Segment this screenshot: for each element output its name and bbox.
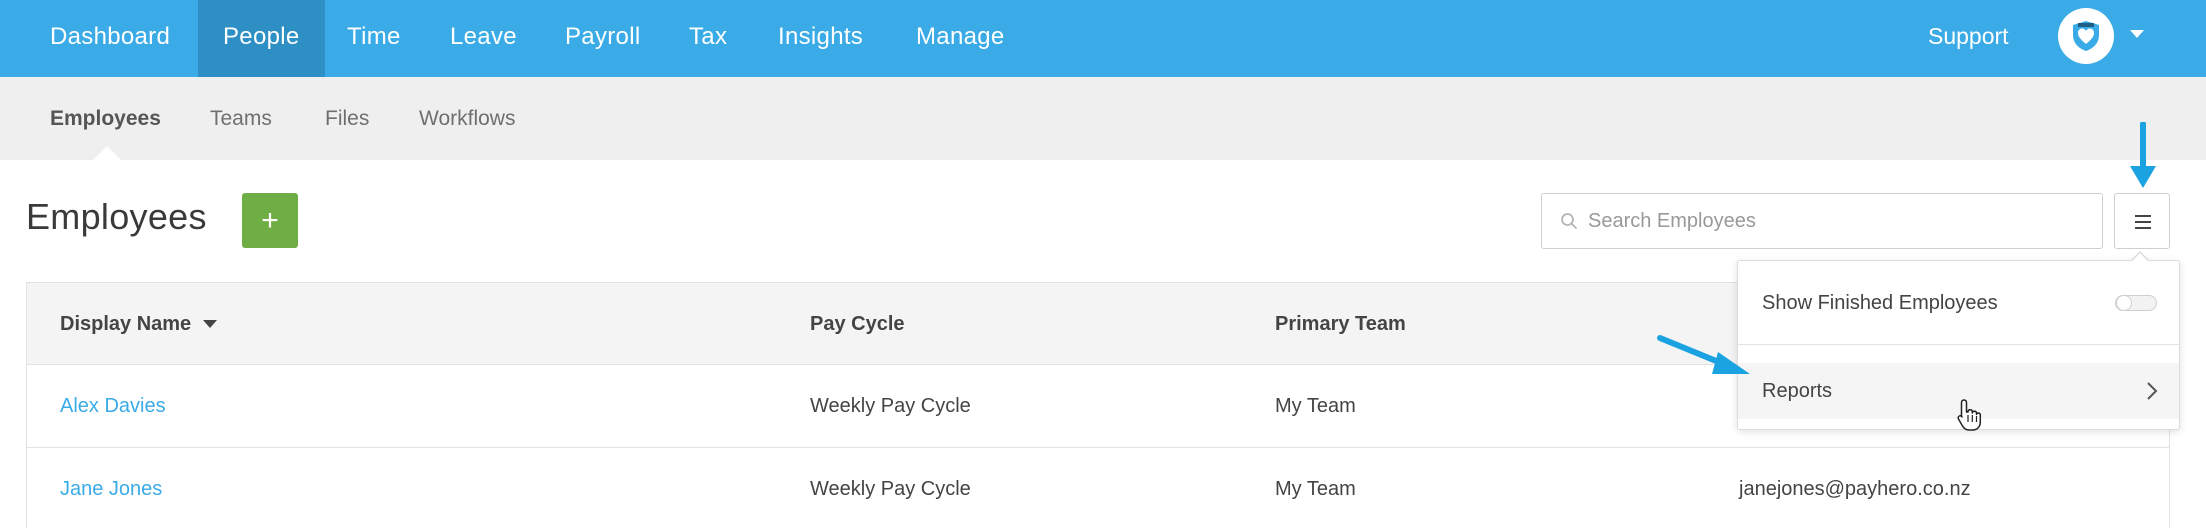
column-header-display-name[interactable]: Display Name bbox=[60, 283, 218, 365]
nav-item-people[interactable]: People bbox=[198, 0, 325, 77]
reports-label: Reports bbox=[1762, 380, 1833, 402]
primary-team-cell: My Team bbox=[1275, 478, 1356, 500]
menu-button[interactable] bbox=[2114, 193, 2170, 249]
email-cell: janejones@payhero.co.nz bbox=[1739, 478, 1971, 500]
column-header-pay-cycle[interactable]: Pay Cycle bbox=[810, 283, 905, 365]
column-header-label: Display Name bbox=[60, 313, 192, 335]
show-finished-employees-label: Show Finished Employees bbox=[1762, 292, 1998, 314]
hamburger-menu-icon bbox=[2135, 215, 2151, 217]
employee-name-link[interactable]: Alex Davies bbox=[60, 365, 166, 448]
hand-pointer-icon bbox=[1957, 399, 1982, 431]
nav-item-insights[interactable]: Insights bbox=[753, 0, 888, 77]
search-input[interactable] bbox=[1588, 195, 2088, 247]
top-navigation: Dashboard People Time Leave Payroll Tax … bbox=[0, 0, 2206, 77]
sub-navigation: Employees Teams Files Workflows bbox=[0, 77, 2206, 160]
heart-shield-icon bbox=[2073, 21, 2099, 51]
subnav-item-teams[interactable]: Teams bbox=[210, 77, 272, 160]
nav-item-leave[interactable]: Leave bbox=[425, 0, 542, 77]
show-finished-employees-toggle[interactable] bbox=[2115, 295, 2157, 311]
account-dropdown-caret-icon[interactable] bbox=[2130, 30, 2144, 38]
subnav-item-files[interactable]: Files bbox=[325, 77, 369, 160]
hamburger-menu-icon bbox=[2135, 221, 2151, 223]
arrow-icon bbox=[1657, 335, 1750, 374]
arrow-icon bbox=[2130, 122, 2156, 188]
nav-item-tax[interactable]: Tax bbox=[664, 0, 752, 77]
pay-cycle-cell: Weekly Pay Cycle bbox=[810, 395, 971, 417]
employee-name-link[interactable]: Jane Jones bbox=[60, 448, 162, 528]
column-header-primary-team[interactable]: Primary Team bbox=[1275, 283, 1406, 365]
nav-item-time[interactable]: Time bbox=[322, 0, 426, 77]
primary-team-cell: My Team bbox=[1275, 395, 1356, 417]
nav-item-payroll[interactable]: Payroll bbox=[540, 0, 665, 77]
search-icon bbox=[1561, 213, 1577, 229]
pay-cycle-cell: Weekly Pay Cycle bbox=[810, 478, 971, 500]
dropdown-pointer-inner bbox=[2131, 253, 2149, 262]
table-row[interactable]: Jane Jones Weekly Pay Cycle My Team jane… bbox=[27, 448, 2169, 528]
show-finished-employees-item[interactable]: Show Finished Employees bbox=[1738, 261, 2179, 345]
sort-descending-icon bbox=[203, 320, 218, 328]
search-box[interactable] bbox=[1541, 193, 2103, 249]
add-employee-button[interactable]: + bbox=[242, 193, 298, 248]
page-title: Employees bbox=[26, 196, 207, 237]
hamburger-menu-icon bbox=[2135, 227, 2151, 229]
nav-item-dashboard[interactable]: Dashboard bbox=[25, 0, 195, 77]
support-link[interactable]: Support bbox=[1928, 0, 2009, 72]
nav-item-manage[interactable]: Manage bbox=[891, 0, 1030, 77]
subnav-item-workflows[interactable]: Workflows bbox=[419, 77, 515, 160]
chevron-right-icon bbox=[2147, 382, 2158, 400]
toggle-knob bbox=[2116, 295, 2132, 311]
avatar[interactable] bbox=[2058, 8, 2114, 64]
subnav-active-indicator bbox=[93, 146, 121, 160]
